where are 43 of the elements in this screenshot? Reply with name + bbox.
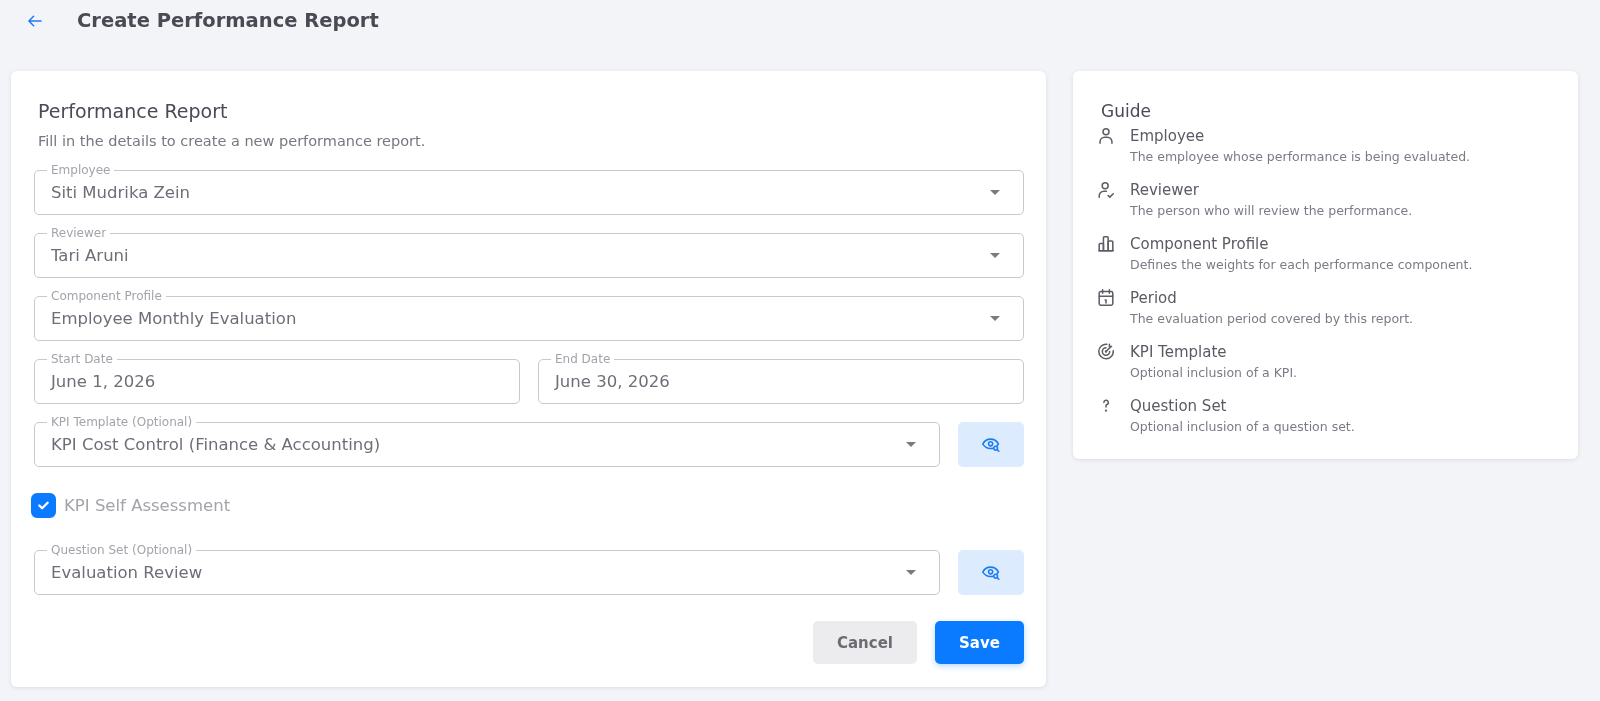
guide-item-title: Employee [1130, 127, 1206, 145]
caret-icon [990, 316, 1000, 321]
guide-item-description: Defines the weights for each performance component. [1130, 257, 1473, 273]
eye-magnifier-icon [982, 437, 1000, 452]
guide-item-title: Period [1130, 289, 1178, 307]
dropdown-field[interactable]: Employee Siti Mudrika Zein [34, 164, 1024, 215]
preview-button[interactable] [958, 550, 1024, 595]
guide-item-title: Component Profile [1130, 235, 1270, 253]
dropdown-field[interactable]: Question Set (Optional) Evaluation Review [34, 544, 940, 595]
guide-item-title: Reviewer [1130, 181, 1200, 199]
guide-item-description: The evaluation period covered by this report. [1130, 311, 1414, 327]
person-check-icon [1098, 181, 1114, 198]
page-title: Create Performance Report [77, 8, 379, 33]
guide-item-description: The person who will review the performance. [1130, 203, 1413, 219]
bar-chart-icon [1098, 235, 1114, 252]
calendar-icon [1098, 289, 1114, 306]
guide-item-title: KPI Template [1130, 343, 1228, 361]
dropdown-field[interactable]: KPI Template (Optional) KPI Cost Control (Finance & Accounting) [34, 416, 940, 467]
guide-item-description: Optional inclusion of a KPI. [1130, 365, 1298, 381]
date-field[interactable]: End Date June 30, 2026 [538, 353, 1024, 404]
cancel-button[interactable]: Cancel [813, 621, 917, 664]
guide-item-description: Optional inclusion of a question set. [1130, 419, 1355, 435]
caret-icon [990, 253, 1000, 258]
dropdown-field[interactable]: Reviewer Tari Aruni [34, 227, 1024, 278]
guide-item-description: The employee whose performance is being evaluated. [1130, 149, 1471, 165]
person-icon [1098, 127, 1114, 144]
caret-icon [906, 570, 916, 575]
eye-magnifier-icon [982, 565, 1000, 580]
form-subtitle: Fill in the details to create a new performance report. [38, 132, 427, 150]
checkbox[interactable] [31, 493, 56, 518]
target-icon [1098, 343, 1114, 360]
checkbox-label[interactable]: KPI Self Assessment [64, 496, 231, 515]
back-arrow-icon[interactable] [28, 14, 42, 27]
guide-title: Guide [1101, 100, 1152, 122]
checkmark-icon [38, 501, 49, 510]
guide-item-title: Question Set [1130, 397, 1228, 415]
save-button[interactable]: Save [935, 621, 1024, 664]
form-title: Performance Report [38, 100, 229, 122]
caret-icon [906, 442, 916, 447]
preview-button[interactable] [958, 422, 1024, 467]
dropdown-field[interactable]: Component Profile Employee Monthly Evaluation [34, 290, 1024, 341]
date-field[interactable]: Start Date June 1, 2026 [34, 353, 520, 404]
caret-icon [990, 190, 1000, 195]
